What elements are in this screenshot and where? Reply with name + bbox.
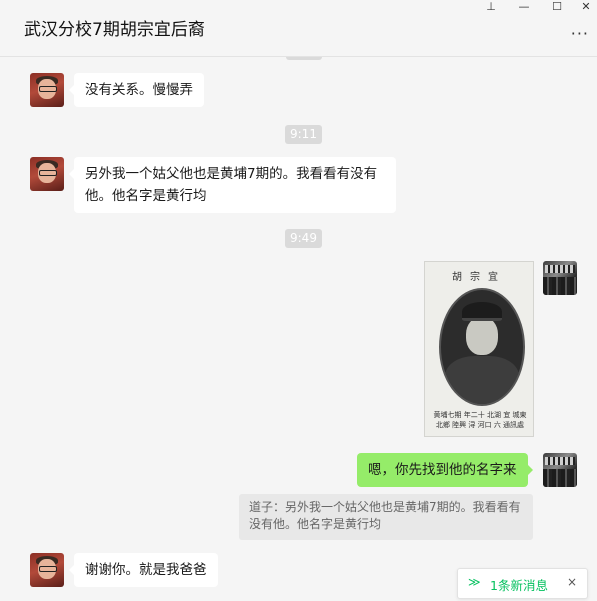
quoted-message[interactable]: 道子：另外我一个姑父他也是黄埔7期的。我看看有没有他。他名字是黄行均: [239, 494, 533, 540]
new-message-label[interactable]: 1条新消息: [490, 575, 548, 594]
photo-caption-top: 胡宗宜: [452, 272, 506, 283]
image-message[interactable]: 胡宗宜 黄埔七期 年二十 北湖 宜 城東北鄉 陸興 浔 河口 六 通訊處: [424, 261, 534, 437]
minimize-button[interactable]: —: [513, 0, 535, 14]
close-icon[interactable]: ×: [567, 575, 577, 589]
double-chevron-down-icon: ≫: [468, 575, 481, 589]
message-bubble[interactable]: 另外我一个姑父他也是黄埔7期的。我看看有没有他。他名字是黄行均: [69, 157, 396, 213]
timestamp: 9:11: [285, 125, 322, 144]
avatar[interactable]: [543, 261, 577, 295]
message-bubble[interactable]: 没有关系。慢慢弄: [69, 73, 204, 107]
avatar[interactable]: [30, 157, 64, 191]
title-bar: 武汉分校7期胡宗宜后裔 ⊥ — ☐ ✕ ···: [0, 0, 597, 57]
chat-area[interactable]: 没有关系。慢慢弄 9:11 另外我一个姑父他也是黄埔7期的。我看看有没有他。他名…: [0, 57, 597, 601]
new-message-toast[interactable]: ≫ 1条新消息 ×: [457, 568, 588, 599]
avatar[interactable]: [30, 73, 64, 107]
maximize-button[interactable]: ☐: [546, 0, 568, 14]
avatar[interactable]: [543, 453, 577, 487]
message-bubble[interactable]: 嗯，你先找到他的名字来: [357, 453, 532, 487]
timestamp: 9:49: [285, 229, 322, 248]
timestamp-clipped: [286, 57, 322, 60]
more-options-icon[interactable]: ···: [571, 24, 589, 43]
portrait-image: [439, 288, 525, 406]
message-bubble[interactable]: 谢谢你。就是我爸爸: [69, 553, 218, 587]
close-button[interactable]: ✕: [575, 0, 597, 14]
avatar[interactable]: [30, 553, 64, 587]
chat-title: 武汉分校7期胡宗宜后裔: [24, 20, 205, 40]
photo-caption-bottom: 黄埔七期 年二十 北湖 宜 城東北鄉 陸興 浔 河口 六 通訊處: [433, 411, 527, 429]
pin-icon[interactable]: ⊥: [480, 0, 502, 14]
